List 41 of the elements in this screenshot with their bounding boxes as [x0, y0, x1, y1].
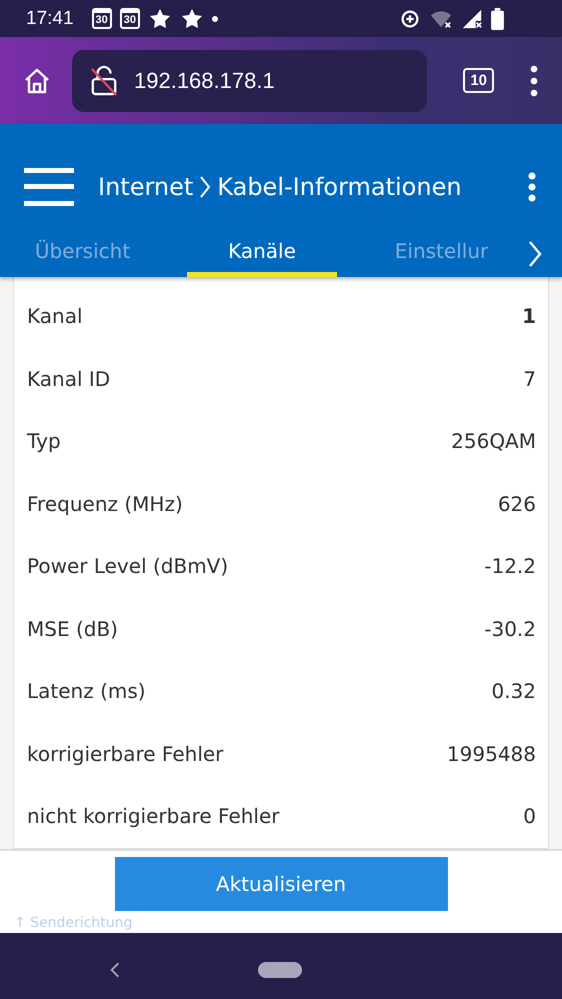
battery-icon: [491, 8, 504, 30]
dot-icon: [212, 16, 218, 22]
row-value: 1995488: [446, 742, 536, 766]
tab-switcher-button[interactable]: 10: [463, 68, 494, 93]
more-icon[interactable]: [530, 64, 538, 96]
row-value: 256QAM: [451, 429, 536, 454]
row-value: -30.2: [484, 616, 536, 641]
data-saver-icon: [399, 8, 421, 30]
calendar-icon: 30: [120, 8, 140, 29]
url-text: 192.168.178.1: [134, 68, 275, 94]
row-label: Kanal: [27, 304, 83, 328]
home-pill[interactable]: [258, 962, 302, 978]
row-label: MSE (dB): [27, 616, 118, 641]
row-label: Kanal ID: [27, 366, 110, 391]
star-icon: [180, 6, 204, 30]
menu-icon[interactable]: [24, 168, 74, 206]
breadcrumb-item[interactable]: Internet: [98, 173, 194, 201]
chevron-right-icon: [199, 175, 212, 199]
row-label: Latenz (ms): [27, 679, 146, 704]
signal-off-icon: [461, 8, 483, 30]
clock: 17:41: [26, 8, 74, 30]
star-icon: [148, 6, 172, 30]
row-value: 7: [523, 366, 536, 391]
row-value: 0.32: [491, 679, 536, 704]
row-value: 0: [523, 804, 536, 828]
row-value: 626: [498, 492, 536, 516]
refresh-button[interactable]: Aktualisieren: [114, 856, 448, 910]
back-icon[interactable]: [110, 961, 120, 979]
unlocked-icon: [90, 64, 118, 96]
row-label: Power Level (dBmV): [27, 554, 228, 578]
row-label: Frequenz (MHz): [27, 492, 183, 516]
chevron-right-icon[interactable]: [528, 240, 542, 268]
breadcrumb-item: Kabel-Informationen: [217, 173, 462, 201]
row-label: Typ: [27, 429, 61, 454]
calendar-icon: 30: [92, 8, 112, 29]
address-bar[interactable]: 192.168.178.1: [72, 50, 428, 112]
row-value: -12.2: [484, 554, 536, 578]
more-icon[interactable]: [528, 172, 536, 202]
row-value: 1: [522, 304, 536, 328]
row-label: nicht korrigierbare Fehler: [27, 804, 280, 828]
row-label: korrigierbare Fehler: [27, 742, 224, 766]
